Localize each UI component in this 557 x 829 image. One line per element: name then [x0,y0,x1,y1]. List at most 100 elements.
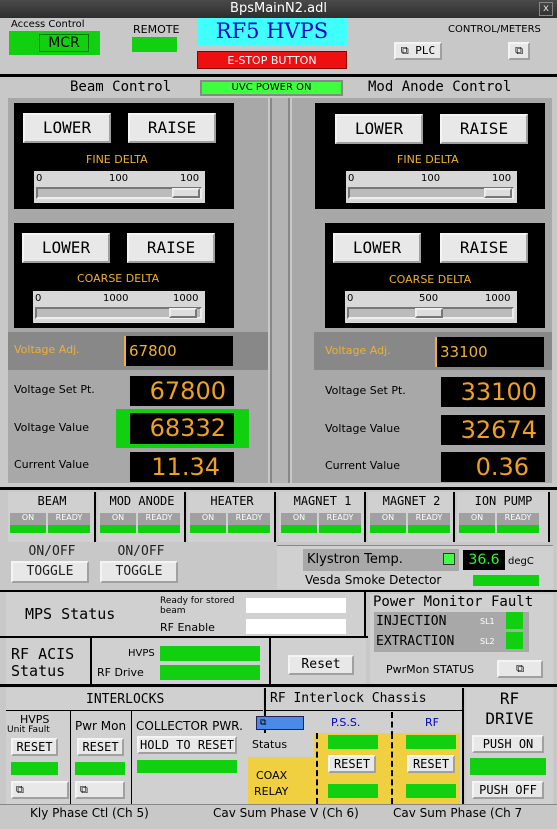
ready-stored-beam-indicator [246,598,346,613]
beam-fine-slider[interactable]: 0 100 100 [34,171,205,203]
beam-coarse-raise-button[interactable]: RAISE [127,233,215,263]
pss-reset-button[interactable]: RESET [328,755,376,773]
on-indicator: ON [459,513,495,533]
on-indicator: ON [370,513,406,533]
slider-thumb[interactable] [484,188,512,198]
beam-fine-raise-button[interactable]: RAISE [128,113,216,143]
on-label: ON [381,513,395,522]
window-icon: ⧉ [16,783,24,796]
slider-thumb[interactable] [172,188,200,198]
footer-cav-sum-phase[interactable]: Cav Sum Phase (Ch 7 [393,806,522,820]
ready-label: READY [415,513,443,522]
estop-button[interactable]: E-STOP BUTTON [197,51,347,69]
chassis-menu-button[interactable]: ⧉ [256,716,304,730]
rf-enable-indicator [246,619,346,634]
beam-control-title: Beam Control [70,79,172,95]
ready-lamp [228,525,270,533]
mod-coarse-raise-button[interactable]: RAISE [440,233,528,263]
divider [6,710,263,711]
extraction-indicator [506,632,523,649]
ready-lamp [319,525,361,533]
rf-push-off-button[interactable]: PUSH OFF [472,781,544,799]
slider-min: 0 [36,173,43,184]
hvps-reset-button[interactable]: RESET [11,738,58,756]
acis-reset-button[interactable]: Reset [288,655,354,675]
on-lamp [190,525,226,533]
status-box: MAGNET 2 ON READY [368,492,455,542]
slider-value: 100 [109,173,129,184]
beam-setpt-value: 67800 [130,376,234,406]
slider-thumb[interactable] [169,308,197,318]
panel-separator [270,98,290,483]
remote-indicator [132,37,177,52]
mod-setpt-label: Voltage Set Pt. [325,384,406,397]
acis-label-1: RF ACIS [11,645,75,663]
on-lamp [10,525,46,533]
toggle-label: TOGGLE [26,564,74,579]
on-lamp [100,525,136,533]
onoff-label: ON/OFF [117,544,165,559]
close-icon[interactable]: x [539,2,553,16]
mod-anode-toggle-button[interactable]: ON/OFF TOGGLE [100,544,178,583]
ready-indicator: READY [408,513,450,533]
status-box: HEATER ON READY [188,492,276,542]
pwrmon-reset-button[interactable]: RESET [77,738,124,756]
ready-indicator: READY [497,513,539,533]
beam-current-value: 11.34 [130,452,234,482]
mod-coarse-slider[interactable]: 0 500 1000 [345,291,517,323]
rf-reset-button[interactable]: RESET [407,755,455,773]
rf-push-on-button[interactable]: PUSH ON [472,735,544,753]
beam-fine-label: FINE DELTA [86,153,148,166]
hvps-interlock-indicator [11,762,58,775]
beam-coarse-slider[interactable]: 0 1000 1000 [33,291,205,323]
mod-voltage-adj-input[interactable]: 33100 [435,337,544,367]
beam-toggle-button[interactable]: ON/OFF TOGGLE [11,544,89,583]
plc-button[interactable]: ⧉ PLC [394,42,442,60]
slider-thumb[interactable] [415,308,443,318]
ready-indicator: READY [48,513,90,533]
slider-value: 100 [421,173,441,184]
divider [70,711,71,804]
divider [391,733,393,804]
beam-coarse-lower-button[interactable]: LOWER [22,233,110,263]
hvps-detail-button[interactable]: ⧉ [11,781,69,799]
interlock-pwrmon-label: Pwr Mon [75,719,127,733]
remote-label: REMOTE [133,23,180,36]
control-meters-button[interactable]: ⧉ [508,42,530,60]
beam-fine-lower-button[interactable]: LOWER [23,113,111,143]
pwrmon-status-label: PwrMon STATUS [386,663,475,676]
ready-indicator: READY [228,513,270,533]
on-label: ON [292,513,306,522]
chassis-status-label: Status [248,733,314,757]
on-indicator: ON [190,513,226,533]
onoff-label: ON/OFF [28,544,76,559]
ready-label: READY [504,513,532,522]
mod-coarse-lower-button[interactable]: LOWER [333,233,421,263]
on-lamp [281,525,317,533]
status-box-title: MOD ANODE [109,494,175,508]
collector-indicator [137,760,237,773]
pwrmon-detail-button[interactable]: ⧉ [75,781,125,799]
mod-fine-slider[interactable]: 0 100 100 [346,171,517,203]
status-box: MOD ANODE ON READY [98,492,186,542]
vesda-label: Vesda Smoke Detector [305,573,442,587]
mod-voltage-label: Voltage Value [325,422,400,435]
footer-cav-sum-phase-v[interactable]: Cav Sum Phase V (Ch 6) [213,806,359,820]
window-icon: ⧉ [400,44,416,57]
beam-voltage-adj-input[interactable]: 67800 [124,336,233,366]
slider-max: 100 [492,173,512,184]
access-control-box: MCR [9,31,100,55]
mod-fine-lower-button[interactable]: LOWER [335,114,423,144]
acis-rf-drive-label: RF Drive [97,666,144,679]
collector-hold-reset-button[interactable]: HOLD TO RESET [137,736,237,754]
ready-label: READY [235,513,263,522]
klystron-temp-unit: degC [508,556,534,567]
klystron-temp-label: Klystron Temp. [303,549,459,571]
beam-voltage-value: 68332 [130,413,234,444]
pwrmon-status-button[interactable]: ⧉ [497,660,543,678]
pss-coax-indicator [328,784,378,798]
status-box-title: MAGNET 2 [382,494,441,508]
footer-kly-phase[interactable]: Kly Phase Ctl (Ch 5) [30,806,149,820]
rf-status-indicator [406,735,456,749]
mod-fine-raise-button[interactable]: RAISE [440,114,528,144]
